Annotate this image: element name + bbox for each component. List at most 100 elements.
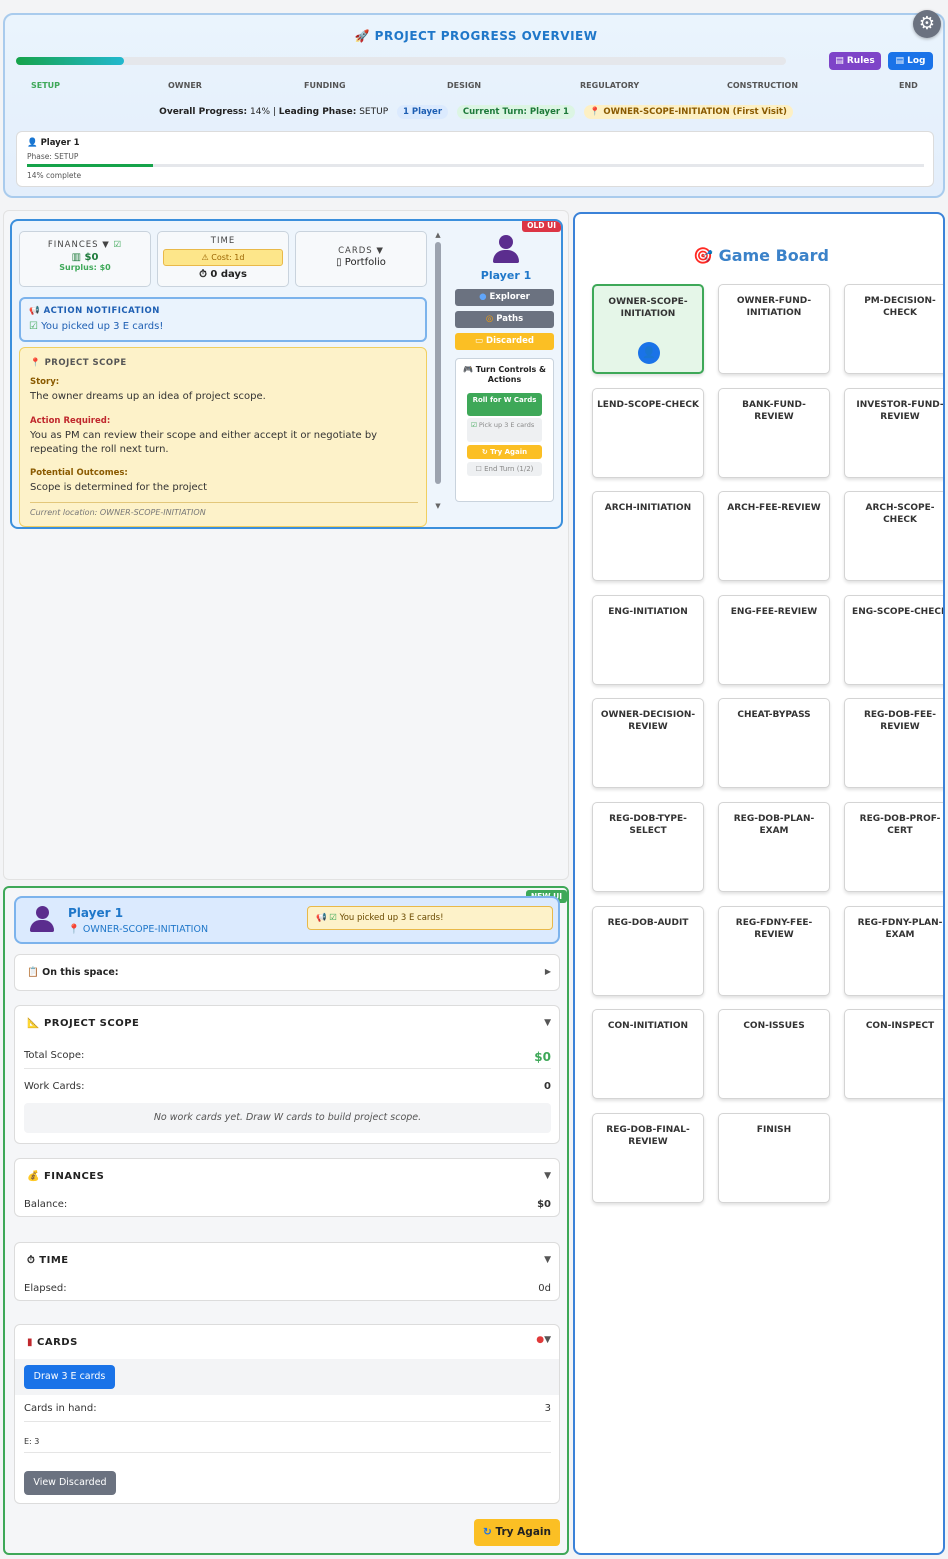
board-space-label: OWNER-SCOPE-INITIATION bbox=[608, 297, 688, 319]
overall-progress-summary: Overall Progress: 14% | Leading Phase: S… bbox=[5, 105, 947, 119]
player-token-icon[interactable]: 👤 bbox=[638, 342, 660, 364]
rules-button[interactable]: ▤ Rules bbox=[829, 52, 881, 70]
check-icon: ☑ bbox=[329, 913, 337, 923]
player-progress-fill bbox=[27, 164, 153, 167]
board-space-owner-fund-initiation[interactable]: OWNER-FUND-INITIATION bbox=[718, 284, 830, 374]
board-space-arch-initiation[interactable]: ARCH-INITIATION bbox=[592, 491, 704, 582]
explorer-button[interactable]: ● Explorer bbox=[455, 289, 554, 306]
chevron-right-icon[interactable]: ▶ bbox=[545, 967, 551, 976]
board-space-owner-decision-review[interactable]: OWNER-DECISION-REVIEW bbox=[592, 698, 704, 789]
discarded-button[interactable]: ▭ Discarded bbox=[455, 333, 554, 350]
board-space-reg-dob-fee-review[interactable]: REG-DOB-FEE-REVIEW bbox=[844, 698, 943, 789]
divider bbox=[30, 502, 418, 503]
board-space-eng-fee-review[interactable]: ENG-FEE-REVIEW bbox=[718, 594, 830, 685]
scroll-down-icon[interactable]: ▼ bbox=[432, 502, 444, 510]
settings-gear-icon[interactable]: ⚙ bbox=[913, 10, 941, 38]
location-pill: 📍 OWNER-SCOPE-INITIATION (First Visit) bbox=[583, 105, 793, 119]
player-count-pill: 1 Player bbox=[397, 105, 449, 119]
board-space-reg-dob-audit[interactable]: REG-DOB-AUDIT bbox=[592, 905, 704, 996]
project-scope-title: 📐 PROJECT SCOPE bbox=[27, 1018, 140, 1029]
notification-banner: 📢 ☑ You picked up 3 E cards! bbox=[307, 906, 553, 930]
board-space-con-initiation[interactable]: CON-INITIATION bbox=[592, 1009, 704, 1100]
player-progress-name: 👤 Player 1 bbox=[27, 138, 80, 148]
board-space-reg-fdny-fee-review[interactable]: REG-FDNY-FEE-REVIEW bbox=[718, 905, 830, 996]
board-space-pm-decision-check[interactable]: PM-DECISION-CHECK bbox=[844, 284, 943, 374]
board-space-reg-dob-type-select[interactable]: REG-DOB-TYPE-SELECT bbox=[592, 802, 704, 892]
board-space-reg-fdny-plan-exam[interactable]: REG-FDNY-PLAN-EXAM bbox=[844, 905, 943, 996]
project-scope-section: 📐 PROJECT SCOPE ▼ Total Scope: $0 Work Ca… bbox=[14, 1005, 560, 1144]
progress-title: 🚀 PROJECT PROGRESS OVERVIEW bbox=[354, 29, 598, 43]
board-space-con-inspect[interactable]: CON-INSPECT bbox=[844, 1009, 943, 1100]
scroll-thumb[interactable] bbox=[435, 242, 441, 484]
board-space-label: CON-INSPECT bbox=[865, 1021, 935, 1032]
on-this-space-section[interactable]: 📋 On this space: ▶ bbox=[14, 954, 560, 991]
roll-w-cards-button[interactable]: Roll for W Cards bbox=[467, 393, 542, 416]
progress-overview-panel: 🚀 PROJECT PROGRESS OVERVIEW ⚙ ▤ Rules ▤ … bbox=[3, 10, 947, 198]
phase-label-regulatory: REGULATORY bbox=[580, 81, 640, 90]
draw-e-cards-button[interactable]: Draw 3 E cards bbox=[24, 1365, 115, 1389]
cards-stat[interactable]: CARDS ▼ ▯ Portfolio bbox=[295, 231, 427, 287]
chevron-down-icon[interactable]: ▼ bbox=[544, 1018, 551, 1028]
total-scope-row: Total Scope: $0 bbox=[24, 1050, 551, 1064]
try-again-button[interactable]: ↻ Try Again bbox=[467, 445, 542, 459]
view-discarded-button[interactable]: View Discarded bbox=[24, 1471, 116, 1495]
finances-stat[interactable]: FINANCES ▼ ☑ ▥ $0 Surplus: $0 bbox=[19, 231, 151, 287]
chevron-down-icon[interactable]: ▼ bbox=[544, 1171, 551, 1181]
board-space-con-issues[interactable]: CON-ISSUES bbox=[718, 1009, 830, 1100]
chevron-down-icon[interactable]: ▼ bbox=[544, 1255, 551, 1265]
scrollbar[interactable]: ▲ ▼ bbox=[432, 231, 444, 521]
try-again-button[interactable]: ↻ Try Again bbox=[474, 1519, 560, 1546]
chart-icon: ▥ bbox=[71, 252, 82, 263]
paths-button[interactable]: ◎ Paths bbox=[455, 311, 554, 328]
time-days: ⏱ 0 days bbox=[199, 269, 247, 280]
new-ui-panel: NEW UI Player 1 📍 OWNER-SCOPE-INITIATION… bbox=[3, 886, 569, 1555]
pick-up-e-cards-button[interactable]: ☑ Pick up 3 E cards bbox=[467, 418, 542, 442]
pin-icon: 📍 bbox=[68, 924, 80, 935]
megaphone-icon: 📢 bbox=[29, 306, 41, 316]
board-space-finish[interactable]: FINISH bbox=[718, 1112, 830, 1203]
action-notification: 📢 ACTION NOTIFICATION ☑ You picked up 3 … bbox=[19, 297, 427, 342]
board-space-arch-scope-check[interactable]: ARCH-SCOPE-CHECK bbox=[844, 491, 943, 582]
on-this-space-title: 📋 On this space: bbox=[27, 967, 119, 978]
cards-portfolio: ▯ Portfolio bbox=[336, 257, 386, 268]
cards-actions-bar: Draw 3 E cards bbox=[15, 1359, 559, 1395]
player-avatar bbox=[491, 235, 521, 265]
gamepad-icon: 🎮 bbox=[462, 365, 473, 374]
board-space-reg-dob-plan-exam[interactable]: REG-DOB-PLAN-EXAM bbox=[718, 802, 830, 892]
board-space-bank-fund-review[interactable]: BANK-FUND-REVIEW bbox=[718, 387, 830, 478]
board-space-lend-scope-check[interactable]: LEND-SCOPE-CHECK bbox=[592, 387, 704, 478]
phase-label-construction: CONSTRUCTION bbox=[727, 81, 799, 90]
story-text: The owner dreams up an idea of project s… bbox=[30, 391, 266, 402]
board-space-investor-fund-review[interactable]: INVESTOR-FUND-REVIEW bbox=[844, 387, 943, 478]
board-space-label: ENG-SCOPE-CHECK bbox=[852, 606, 945, 617]
scroll-up-icon[interactable]: ▲ bbox=[432, 231, 444, 239]
phase-label-end: END bbox=[899, 81, 918, 90]
board-space-label: ENG-FEE-REVIEW bbox=[730, 606, 818, 617]
project-scope-card: 📍 PROJECT SCOPE Story: The owner dreams … bbox=[19, 347, 427, 527]
board-space-arch-fee-review[interactable]: ARCH-FEE-REVIEW bbox=[718, 491, 830, 582]
board-space-cheat-bypass[interactable]: CHEAT-BYPASS bbox=[718, 698, 830, 789]
chevron-down-icon[interactable]: ●▼ bbox=[536, 1335, 551, 1345]
end-turn-button[interactable]: ☐ End Turn (1/2) bbox=[467, 462, 542, 476]
rocket-icon: 🚀 bbox=[354, 29, 370, 43]
cards-section: ▮ CARDS ●▼ Draw 3 E cards Cards in hand:… bbox=[14, 1324, 560, 1504]
divider bbox=[24, 1452, 551, 1453]
board-space-owner-scope-initiation[interactable]: OWNER-SCOPE-INITIATION 👤 bbox=[592, 284, 704, 374]
current-turn-pill: Current Turn: Player 1 bbox=[456, 105, 575, 119]
notification-text: ☑ You picked up 3 E cards! bbox=[29, 321, 164, 332]
board-space-reg-dob-prof-cert[interactable]: REG-DOB-PROF-CERT bbox=[844, 802, 943, 892]
phase-label-owner: OWNER bbox=[168, 81, 202, 90]
board-space-label: CON-ISSUES bbox=[743, 1021, 805, 1032]
board-space-reg-dob-final-review[interactable]: REG-DOB-FINAL-REVIEW bbox=[592, 1112, 704, 1203]
dot-icon: ● bbox=[479, 292, 487, 302]
alert-dot-icon: ● bbox=[536, 1335, 545, 1345]
target-icon: 🎯 bbox=[693, 246, 713, 265]
player-side-panel: Player 1 ● Explorer ◎ Paths ▭ Discarded … bbox=[449, 221, 561, 527]
action-required-label: Action Required: bbox=[30, 416, 111, 426]
board-space-eng-initiation[interactable]: ENG-INITIATION bbox=[592, 594, 704, 685]
board-space-label: CON-INITIATION bbox=[607, 1021, 689, 1032]
log-button[interactable]: ▤ Log bbox=[888, 52, 933, 70]
board-space-eng-scope-check[interactable]: ENG-SCOPE-CHECK bbox=[844, 594, 945, 685]
pin-icon: 📍 bbox=[589, 107, 601, 117]
old-ui-panel: OLD UI FINANCES ▼ ☑ ▥ $0 Surplus: $0 TIM… bbox=[10, 219, 563, 529]
